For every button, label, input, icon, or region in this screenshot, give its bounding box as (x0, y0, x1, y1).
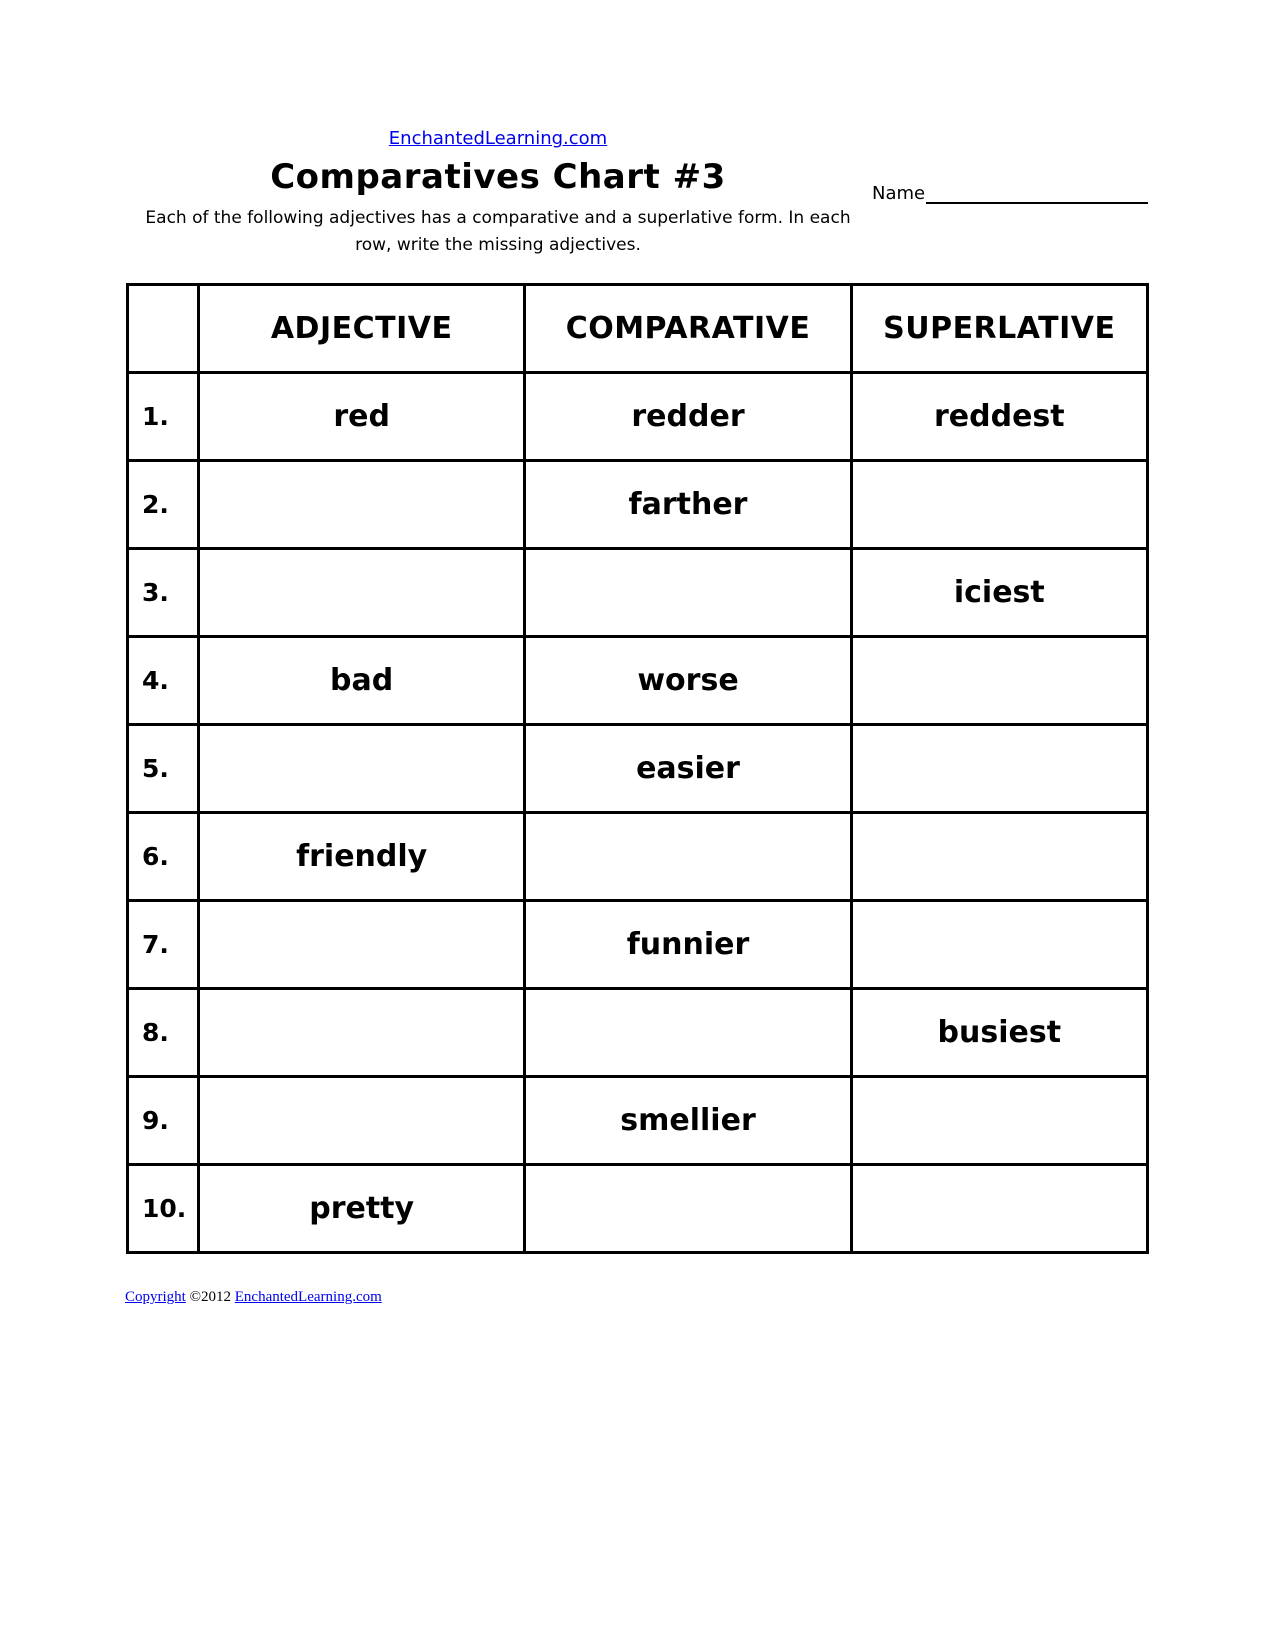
superlative-cell[interactable]: reddest (849, 371, 1150, 462)
row-number: 10. (126, 1163, 200, 1254)
adjective-cell[interactable] (196, 459, 527, 550)
comparative-cell[interactable]: smellier (523, 1075, 853, 1166)
instructions: Each of the following adjectives has a c… (145, 208, 851, 255)
comparative-cell[interactable]: funnier (523, 899, 853, 990)
footer-site-link[interactable]: EnchantedLearning.com (235, 1289, 382, 1305)
adjective-cell[interactable] (196, 987, 527, 1078)
adjective-cell[interactable] (196, 1075, 527, 1166)
superlative-cell[interactable] (849, 899, 1150, 990)
footer: Copyright ©2012 EnchantedLearning.com (125, 1289, 382, 1306)
table-row: 5. easier (126, 723, 1150, 814)
superlative-cell[interactable] (849, 811, 1150, 902)
header-adjective: ADJECTIVE (196, 283, 527, 374)
row-number: 8. (126, 987, 200, 1078)
table-row: 2. farther (126, 459, 1150, 550)
row-number: 1. (126, 371, 200, 462)
row-number: 3. (126, 547, 200, 638)
row-number: 6. (126, 811, 200, 902)
comparative-cell[interactable] (523, 987, 853, 1078)
comparative-cell[interactable]: redder (523, 371, 853, 462)
comparative-cell[interactable] (523, 547, 853, 638)
adjective-cell[interactable]: red (196, 371, 527, 462)
superlative-cell[interactable] (849, 635, 1150, 726)
header-superlative: SUPERLATIVE (849, 283, 1150, 374)
superlative-cell[interactable] (849, 1163, 1150, 1254)
adjective-cell[interactable]: friendly (196, 811, 527, 902)
comparative-cell[interactable] (523, 1163, 853, 1254)
table-header-row: ADJECTIVE COMPARATIVE SUPERLATIVE (126, 283, 1150, 374)
comparatives-table: ADJECTIVE COMPARATIVE SUPERLATIVE 1. red r… (126, 283, 1150, 1254)
row-number: 4. (126, 635, 200, 726)
adjective-cell[interactable]: pretty (196, 1163, 527, 1254)
comparative-cell[interactable] (523, 811, 853, 902)
adjective-cell[interactable] (196, 899, 527, 990)
page-title: Comparatives Chart #3 (270, 157, 726, 197)
table-row: 9. smellier (126, 1075, 1150, 1166)
comparative-cell[interactable]: farther (523, 459, 853, 550)
table-row: 6. friendly (126, 811, 1150, 902)
adjective-cell[interactable] (196, 723, 527, 814)
superlative-cell[interactable]: busiest (849, 987, 1150, 1078)
table-row: 3. iciest (126, 547, 1150, 638)
superlative-cell[interactable] (849, 1075, 1150, 1166)
table-row: 10. pretty (126, 1163, 1150, 1254)
row-number: 5. (126, 723, 200, 814)
superlative-cell[interactable] (849, 723, 1150, 814)
table-row: 1. red redder reddest (126, 371, 1150, 462)
name-label: Name (872, 183, 926, 204)
superlative-cell[interactable] (849, 459, 1150, 550)
row-number: 7. (126, 899, 200, 990)
table-row: 7. funnier (126, 899, 1150, 990)
adjective-cell[interactable]: bad (196, 635, 527, 726)
comparative-cell[interactable]: worse (523, 635, 853, 726)
superlative-cell[interactable]: iciest (849, 547, 1150, 638)
name-blank-line[interactable] (926, 184, 1148, 204)
comparative-cell[interactable]: easier (523, 723, 853, 814)
name-field[interactable]: Name (872, 180, 1148, 204)
copyright-year: ©2012 (185, 1289, 235, 1305)
copyright-link[interactable]: Copyright (125, 1289, 186, 1305)
header-comparative: COMPARATIVE (523, 283, 853, 374)
row-number: 9. (126, 1075, 200, 1166)
table-row: 8. busiest (126, 987, 1150, 1078)
table-row: 4. bad worse (126, 635, 1150, 726)
adjective-cell[interactable] (196, 547, 527, 638)
row-number: 2. (126, 459, 200, 550)
header-number (126, 283, 200, 374)
site-link[interactable]: EnchantedLearning.com (300, 128, 696, 149)
